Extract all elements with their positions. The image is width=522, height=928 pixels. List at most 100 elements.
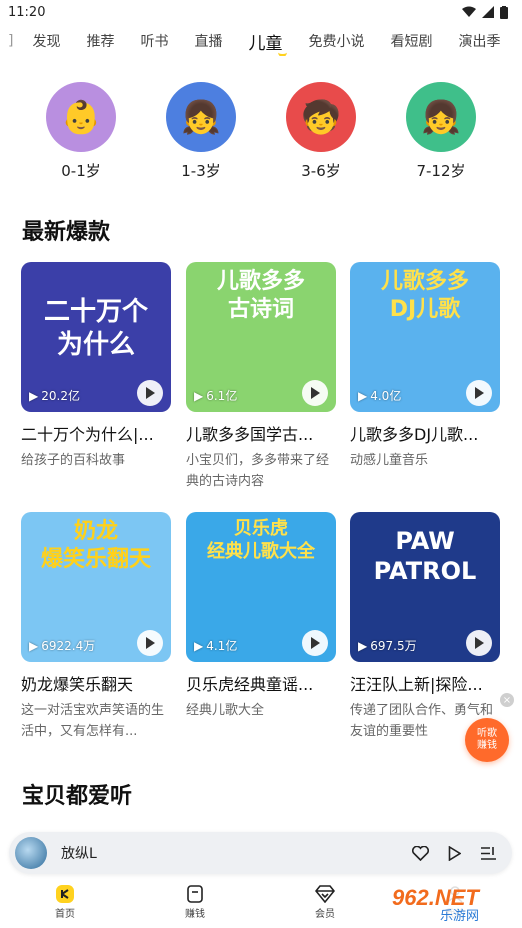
album-cover: 贝乐虎 经典儿歌大全 ▶ 4.1亿	[186, 512, 336, 662]
play-button[interactable]	[137, 380, 163, 406]
album-title: 儿歌多多国学古...	[186, 425, 314, 444]
play-icon: ▶	[194, 638, 204, 653]
age-group-7-12[interactable]: 👧 7-12岁	[381, 82, 501, 181]
track-thumbnail	[15, 837, 47, 869]
tab-kids[interactable]: 儿童	[235, 29, 295, 56]
cover-text: 奶龙 爆笑乐翻天	[40, 519, 151, 572]
play-button[interactable]	[466, 380, 492, 406]
age-label: 0-1岁	[61, 162, 101, 180]
age-group-3-6[interactable]: 🧒 3-6岁	[261, 82, 381, 181]
listen-earn-button[interactable]: 听歌 赚钱	[465, 718, 509, 762]
wallet-icon	[186, 883, 204, 905]
album-card[interactable]: 儿歌多多 古诗词 ▶ 6.1亿 儿歌多多国学古... 小宝贝们，多多带来了经典的古…	[186, 262, 336, 493]
play-icon	[311, 387, 320, 399]
status-time: 11:20	[8, 4, 46, 20]
album-desc: 动感儿童音乐	[350, 453, 429, 468]
album-title: 儿歌多多DJ儿歌...	[350, 425, 479, 444]
nav-label: 会员	[315, 909, 335, 920]
track-title: 放纵L	[61, 846, 97, 862]
signal-icon	[482, 6, 494, 18]
album-card[interactable]: 贝乐虎 经典儿歌大全 ▶ 4.1亿 贝乐虎经典童谣... 经典儿歌大全	[186, 512, 336, 722]
play-icon	[475, 387, 484, 399]
play-count: ▶ 6922.4万	[29, 637, 95, 654]
age-group-row: 👶 0-1岁 👧 1-3岁 🧒 3-6岁 👧 7-12岁	[0, 82, 522, 181]
album-title: 二十万个为什么|...	[21, 425, 154, 444]
category-tabs: ] 发现 推荐 听书 直播 儿童 免费小说 看短剧 演出季	[0, 26, 522, 56]
play-icon	[146, 637, 155, 649]
kid-avatar-icon: 🧒	[286, 82, 356, 152]
nav-home[interactable]: 首页	[0, 878, 130, 928]
play-icon: ▶	[194, 388, 204, 403]
album-title: 汪汪队上新|探险...	[350, 675, 483, 694]
cover-text: 二十万个 为什么	[43, 297, 148, 360]
age-group-0-1[interactable]: 👶 0-1岁	[21, 82, 141, 181]
playlist-icon	[480, 846, 496, 860]
tab-free-novel[interactable]: 免费小说	[295, 31, 377, 51]
play-button[interactable]	[302, 380, 328, 406]
play-button[interactable]	[302, 630, 328, 656]
tab-discover[interactable]: 发现	[19, 31, 73, 51]
play-icon: ▶	[358, 638, 368, 653]
play-button[interactable]	[137, 630, 163, 656]
battery-icon	[500, 5, 508, 19]
wifi-icon	[462, 6, 476, 17]
album-desc: 经典儿歌大全	[186, 703, 265, 718]
album-cover: 奶龙 爆笑乐翻天 ▶ 6922.4万	[21, 512, 171, 662]
album-title: 贝乐虎经典童谣...	[186, 675, 314, 694]
album-cover: 儿歌多多 DJ儿歌 ▶ 4.0亿	[350, 262, 500, 412]
play-count: ▶ 6.1亿	[194, 387, 237, 404]
play-button[interactable]	[466, 630, 492, 656]
tab-live[interactable]: 直播	[181, 31, 235, 51]
cover-text: 儿歌多多 DJ儿歌	[380, 269, 469, 322]
age-label: 1-3岁	[181, 162, 221, 180]
nav-earn[interactable]: 赚钱	[130, 878, 260, 928]
tab-shows[interactable]: 演出季	[445, 31, 513, 51]
play-icon	[311, 637, 320, 649]
play-icon	[146, 387, 155, 399]
nav-label: 首页	[55, 909, 75, 920]
album-desc: 小宝贝们，多多带来了经典的古诗内容	[186, 453, 330, 489]
album-desc: 这一对活宝欢声笑语的生活中，又有怎样有...	[21, 703, 165, 739]
playlist-button[interactable]	[474, 846, 502, 860]
cover-text: PAW PATROL	[373, 527, 477, 585]
age-label: 7-12岁	[416, 162, 466, 180]
play-count-value: 4.1亿	[206, 639, 238, 653]
album-desc: 给孩子的百科故事	[21, 453, 126, 468]
album-card[interactable]: PAW PATROL ▶ 697.5万 汪汪队上新|探险... 传递了团队合作、勇…	[350, 512, 500, 743]
nav-label: 赚钱	[185, 909, 205, 920]
tab-recommend[interactable]: 推荐	[73, 31, 127, 51]
play-icon: ▶	[29, 638, 39, 653]
tab-partial[interactable]: ]	[0, 33, 19, 49]
heart-icon	[411, 845, 429, 861]
toddler-avatar-icon: 👧	[166, 82, 236, 152]
play-count-value: 20.2亿	[41, 389, 80, 403]
play-icon: ▶	[358, 388, 368, 403]
age-group-1-3[interactable]: 👧 1-3岁	[141, 82, 261, 181]
status-bar: 11:20	[0, 0, 522, 24]
album-cover: PAW PATROL ▶ 697.5万	[350, 512, 500, 662]
section-title-loved: 宝贝都爱听	[22, 784, 133, 809]
cover-text: 贝乐虎 经典儿歌大全	[207, 518, 315, 562]
tab-audiobook[interactable]: 听书	[127, 31, 181, 51]
nav-vip[interactable]: 会员	[260, 878, 390, 928]
watermark-logo: 962.NET 乐游网	[384, 882, 520, 924]
diamond-icon	[315, 883, 335, 905]
album-cover: 二十万个 为什么 ▶ 20.2亿	[21, 262, 171, 412]
system-icons	[462, 5, 508, 19]
play-count-value: 697.5万	[370, 639, 417, 653]
home-icon	[55, 883, 75, 905]
album-card[interactable]: 儿歌多多 DJ儿歌 ▶ 4.0亿 儿歌多多DJ儿歌... 动感儿童音乐	[350, 262, 500, 472]
favorite-button[interactable]	[406, 845, 434, 861]
play-pause-button[interactable]	[440, 845, 468, 861]
album-card[interactable]: 二十万个 为什么 ▶ 20.2亿 二十万个为什么|... 给孩子的百科故事	[21, 262, 171, 472]
close-icon[interactable]: ×	[500, 693, 514, 707]
album-card[interactable]: 奶龙 爆笑乐翻天 ▶ 6922.4万 奶龙爆笑乐翻天 这一对活宝欢声笑语的生活中，…	[21, 512, 171, 743]
section-title-latest: 最新爆款	[22, 220, 111, 245]
album-cover: 儿歌多多 古诗词 ▶ 6.1亿	[186, 262, 336, 412]
girl-avatar-icon: 👧	[406, 82, 476, 152]
mini-player[interactable]: 放纵L	[9, 832, 512, 874]
tab-short-drama[interactable]: 看短剧	[377, 31, 445, 51]
play-icon	[475, 637, 484, 649]
baby-avatar-icon: 👶	[46, 82, 116, 152]
age-label: 3-6岁	[301, 162, 341, 180]
